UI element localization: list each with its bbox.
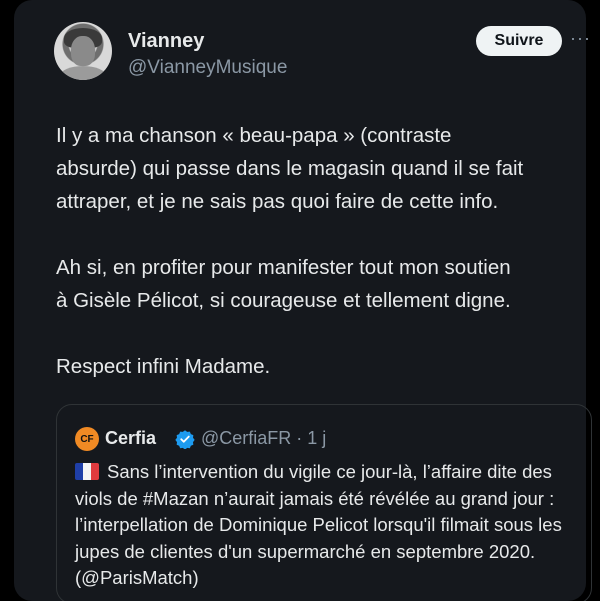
- verified-badge-icon: [175, 430, 195, 449]
- author-handle[interactable]: @VianneyMusique: [128, 57, 287, 79]
- avatar-body: [60, 66, 106, 80]
- follow-button[interactable]: Suivre: [476, 26, 562, 56]
- quoted-author-name[interactable]: Cerfia: [105, 428, 156, 449]
- quoted-text: Sans l’intervention du vigile ce jour-là…: [75, 461, 562, 588]
- cerfia-logo-icon[interactable]: CF: [75, 427, 99, 451]
- avatar-face: [71, 36, 95, 66]
- more-icon[interactable]: ···: [570, 28, 591, 49]
- avatar[interactable]: [54, 22, 112, 80]
- quoted-handle-time[interactable]: @CerfiaFR · 1 j: [201, 428, 326, 449]
- author-name[interactable]: Vianney: [128, 30, 204, 53]
- tweet-text: Il y a ma chanson « beau-papa » (contras…: [56, 124, 524, 378]
- quoted-text-block: Sans l’intervention du vigile ce jour-là…: [75, 459, 585, 592]
- france-flag-icon: [75, 463, 99, 480]
- tweet-card: Vianney @VianneyMusique Suivre ··· Il y …: [14, 0, 592, 601]
- quoted-tweet[interactable]: CF Cerfia @CerfiaFR · 1 j Sans l’interve…: [56, 404, 592, 601]
